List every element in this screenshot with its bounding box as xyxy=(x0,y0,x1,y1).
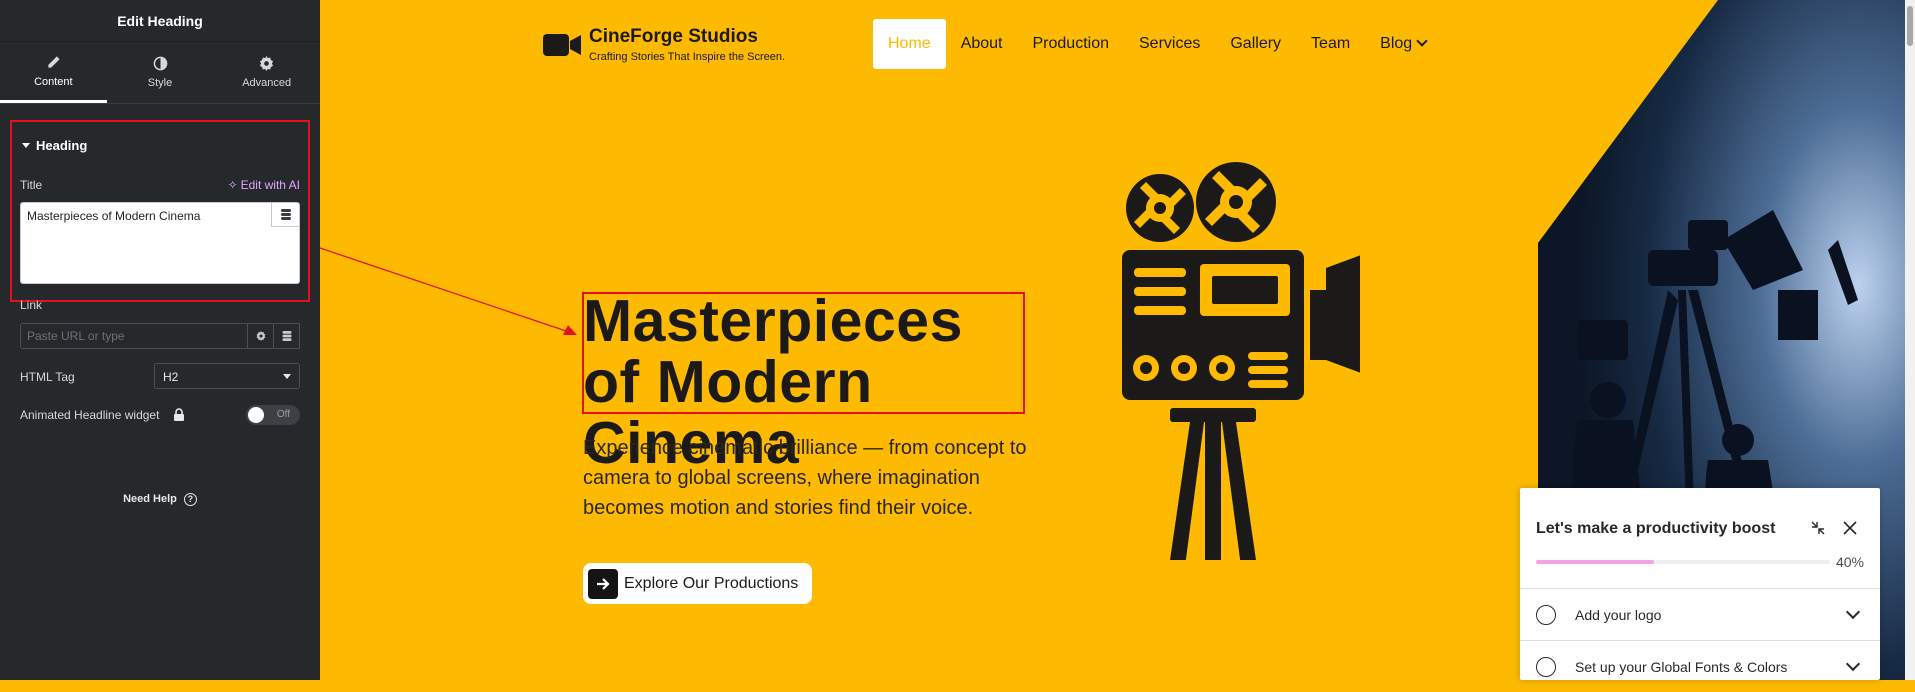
need-help-label: Need Help xyxy=(123,493,177,505)
brand-name: CineForge Studios xyxy=(589,26,758,47)
cta-label: Explore Our Productions xyxy=(624,574,799,592)
brand-tagline: Crafting Stories That Inspire the Screen… xyxy=(589,51,786,63)
progress-percent: 40% xyxy=(1835,554,1864,570)
title-value: Masterpieces of Modern Cinema xyxy=(27,209,201,223)
edit-with-ai-label: Edit with AI xyxy=(240,178,300,192)
html-tag-value: H2 xyxy=(163,370,179,384)
lock-icon xyxy=(174,408,184,421)
minimize-icon[interactable] xyxy=(1808,518,1828,538)
site-logo[interactable]: CineForge Studios Crafting Stories That … xyxy=(543,26,785,63)
nav-item-blog-label: Blog xyxy=(1380,35,1413,52)
hero-description: Experience cinematic brilliance — from c… xyxy=(583,437,1027,519)
animated-headline-toggle[interactable]: Off xyxy=(246,405,300,425)
progress-fill xyxy=(1536,560,1654,564)
link-dynamic-button[interactable] xyxy=(274,323,300,349)
tab-content-label: Content xyxy=(34,75,73,88)
tab-style[interactable]: Style xyxy=(107,42,214,103)
heading-section-highlight: Heading Title ✧ Edit with AI Masterpiece… xyxy=(10,120,310,302)
half-circle-icon xyxy=(153,56,167,71)
caret-down-icon xyxy=(22,143,30,148)
database-icon xyxy=(280,209,291,220)
edit-with-ai-link[interactable]: ✧ Edit with AI xyxy=(228,178,300,192)
chevron-down-icon xyxy=(1845,656,1861,672)
explore-productions-button[interactable]: Explore Our Productions xyxy=(583,563,813,604)
gear-icon xyxy=(256,331,265,341)
close-icon[interactable] xyxy=(1840,518,1860,538)
checklist-item-label: Add your logo xyxy=(1575,606,1662,623)
link-label: Link xyxy=(20,298,43,312)
tab-content[interactable]: Content xyxy=(0,42,107,103)
nav-item-gallery[interactable]: Gallery xyxy=(1215,19,1296,69)
checklist-item-label: Set up your Global Fonts & Colors xyxy=(1575,658,1788,675)
title-textarea[interactable]: Masterpieces of Modern Cinema xyxy=(20,202,300,284)
sparkle-icon: ✧ xyxy=(227,178,238,192)
page-scrollbar[interactable] xyxy=(1905,0,1915,680)
nav-item-about[interactable]: About xyxy=(946,19,1018,69)
dynamic-tags-button[interactable] xyxy=(271,203,299,227)
database-icon xyxy=(281,331,292,341)
tab-bar: Content Style Advanced xyxy=(0,42,320,104)
title-label: Title xyxy=(20,178,43,192)
checklist-item-fonts[interactable]: Set up your Global Fonts & Colors xyxy=(1520,640,1880,692)
film-projector-illustration xyxy=(1122,162,1360,560)
chevron-down-icon xyxy=(283,374,291,379)
checklist-title: Let's make a productivity boost xyxy=(1536,520,1776,537)
need-help-link[interactable]: Need Help ? xyxy=(0,493,320,506)
link-input[interactable]: Paste URL or type xyxy=(20,323,248,349)
annotation-arrow xyxy=(320,247,577,335)
question-icon: ? xyxy=(183,493,197,506)
checklist-item-logo[interactable]: Add your logo xyxy=(1520,588,1880,640)
html-tag-label: HTML Tag xyxy=(20,370,75,384)
nav-item-services[interactable]: Services xyxy=(1124,19,1215,69)
heading-section-toggle[interactable]: Heading xyxy=(22,138,87,153)
checklist-panel: Let's make a productivity boost 40% Add … xyxy=(1520,488,1880,680)
animated-headline-label: Animated Headline widget xyxy=(20,408,160,422)
checkbox-circle-icon xyxy=(1536,604,1556,625)
nav-item-home[interactable]: Home xyxy=(873,19,946,69)
pencil-icon xyxy=(48,55,60,68)
checkbox-circle-icon xyxy=(1536,656,1556,677)
editor-sidebar: Edit Heading Content Style Advanced Head… xyxy=(0,0,320,680)
chevron-down-icon xyxy=(1845,604,1861,620)
link-options-button[interactable] xyxy=(248,323,274,349)
main-nav: Home About Production Services Gallery T… xyxy=(873,19,1441,69)
toggle-knob xyxy=(248,407,264,423)
nav-item-blog[interactable]: Blog xyxy=(1365,19,1441,69)
toggle-text: Off xyxy=(276,409,290,420)
scrollbar-thumb[interactable] xyxy=(1907,6,1913,46)
tab-advanced[interactable]: Advanced xyxy=(213,42,320,103)
link-control: Paste URL or type xyxy=(20,323,300,349)
tab-style-label: Style xyxy=(147,77,173,89)
video-camera-icon xyxy=(543,33,581,56)
nav-item-production[interactable]: Production xyxy=(1018,19,1125,69)
checklist-progress-bar xyxy=(1536,560,1830,564)
nav-item-team[interactable]: Team xyxy=(1296,19,1365,69)
panel-title: Edit Heading xyxy=(0,0,320,42)
arrow-right-icon xyxy=(588,568,618,599)
gear-icon xyxy=(260,56,274,71)
section-title: Heading xyxy=(36,138,88,153)
chevron-down-icon xyxy=(1416,35,1428,47)
tab-advanced-label: Advanced xyxy=(242,77,292,89)
html-tag-select[interactable]: H2 xyxy=(154,363,300,389)
